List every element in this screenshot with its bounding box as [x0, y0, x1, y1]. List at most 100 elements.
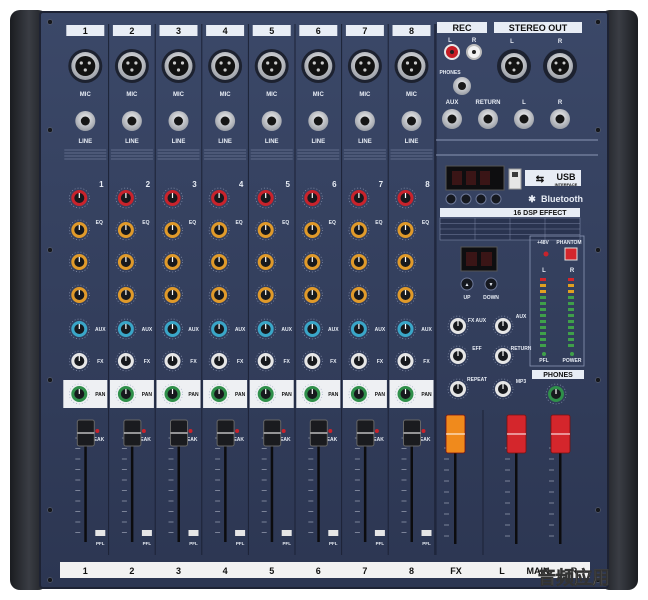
channel-fader[interactable] — [216, 419, 235, 447]
stereo-out-r-label: R — [558, 39, 563, 45]
pfl-button[interactable] — [188, 530, 199, 536]
power-led — [570, 352, 574, 356]
screw — [47, 507, 53, 513]
line-input-jack[interactable] — [215, 111, 236, 131]
line-input-jack[interactable] — [354, 111, 375, 131]
channel-fader[interactable] — [403, 419, 421, 447]
channel-fader[interactable] — [263, 419, 282, 447]
pfl-label: PFL — [143, 541, 152, 546]
phantom-switch[interactable] — [564, 247, 578, 261]
line-label: LINE — [78, 139, 92, 145]
line-out-l-jack[interactable] — [514, 109, 534, 129]
eq-label: EQ — [235, 220, 242, 226]
screw — [595, 247, 601, 253]
pfl-button[interactable] — [328, 530, 339, 536]
return-label: RETURN — [511, 346, 532, 352]
meter-led-r — [568, 320, 574, 323]
xlr-mic-input[interactable] — [208, 49, 243, 83]
pfl-meter-label: PFL — [539, 358, 548, 364]
channel-fader[interactable] — [356, 419, 375, 447]
usb-label: USB — [556, 172, 576, 182]
eq-label: EQ — [282, 220, 289, 226]
up-label: UP — [464, 295, 472, 301]
mic-label: MIC — [220, 92, 232, 98]
meter-led-r — [568, 326, 574, 329]
line-input-jack[interactable] — [308, 111, 329, 131]
line-out-r-jack[interactable] — [550, 109, 570, 129]
mic-label: MIC — [313, 92, 325, 98]
peak-led — [374, 429, 379, 433]
xlr-mic-input[interactable] — [254, 49, 289, 83]
pan-label: PAN — [235, 392, 246, 398]
channel-number: 7 — [362, 26, 367, 36]
channel-number-small: 3 — [192, 180, 197, 189]
meter-l-label: L — [542, 268, 546, 274]
aux-jack[interactable] — [442, 109, 462, 129]
phantom-led — [543, 251, 549, 257]
pfl-button[interactable] — [235, 530, 246, 536]
pan-label: PAN — [188, 392, 199, 398]
pfl-button[interactable] — [95, 530, 106, 536]
xlr-mic-input[interactable] — [68, 49, 103, 83]
meter-led-l — [540, 326, 546, 329]
meter-led-l — [540, 320, 546, 323]
channel-number: 3 — [176, 26, 181, 36]
xlr-out-left[interactable] — [497, 49, 531, 83]
pan-label: PAN — [328, 392, 339, 398]
meter-led-r — [568, 332, 574, 335]
channel-number-small: 7 — [379, 180, 384, 189]
meter-led-r — [568, 302, 574, 305]
aux-label: AUX — [421, 327, 432, 333]
channel-number: 5 — [269, 26, 274, 36]
line-input-jack[interactable] — [75, 111, 96, 131]
pfl-label: PFL — [96, 541, 105, 546]
meter-led-r — [568, 344, 574, 347]
xlr-mic-input[interactable] — [114, 49, 149, 83]
line-input-jack[interactable] — [168, 111, 189, 131]
channel-number: 8 — [409, 26, 414, 36]
xlr-mic-input[interactable] — [347, 49, 382, 83]
pfl-led — [542, 352, 546, 356]
transport-button[interactable] — [445, 193, 457, 205]
line-input-jack[interactable] — [261, 111, 282, 131]
peak-led — [281, 429, 286, 433]
pfl-button[interactable] — [374, 530, 385, 536]
pfl-button[interactable] — [421, 530, 432, 536]
channel-fader[interactable] — [76, 419, 95, 447]
eq-label: EQ — [329, 220, 336, 226]
screw — [47, 247, 53, 253]
channel-number-small: 2 — [146, 180, 151, 189]
svg-text:▼: ▼ — [489, 282, 494, 288]
pfl-button[interactable] — [141, 530, 152, 536]
pan-label: PAN — [375, 392, 386, 398]
xlr-mic-input[interactable] — [394, 49, 429, 83]
channel-fader[interactable] — [170, 419, 188, 447]
line-input-jack[interactable] — [121, 111, 142, 131]
transport-button[interactable] — [490, 193, 502, 205]
xlr-mic-input[interactable] — [161, 49, 196, 83]
meter-led-l — [540, 314, 546, 317]
xlr-mic-input[interactable] — [301, 49, 336, 83]
meter-led-l — [540, 290, 546, 293]
fx-label: FX — [97, 359, 104, 365]
v48-label: +48V — [537, 240, 549, 246]
power-label: POWER — [563, 358, 582, 364]
phones-title: PHONES — [543, 372, 573, 379]
channel-number-small: 1 — [99, 180, 104, 189]
aux-label: AUX — [375, 327, 386, 333]
mic-label: MIC — [406, 92, 418, 98]
return-jack[interactable] — [478, 109, 498, 129]
pfl-label: PFL — [236, 541, 245, 546]
up-button[interactable]: ▲ — [460, 277, 474, 291]
channel-fader[interactable] — [123, 419, 142, 447]
transport-button[interactable] — [460, 193, 472, 205]
meter-led-l — [540, 284, 546, 287]
line-input-jack[interactable] — [401, 111, 422, 131]
down-button[interactable]: ▼ — [484, 277, 498, 291]
pfl-button[interactable] — [281, 530, 292, 536]
peak-led — [95, 429, 100, 433]
transport-button[interactable] — [475, 193, 487, 205]
channel-fader[interactable] — [309, 419, 328, 447]
svg-text:▲: ▲ — [465, 282, 470, 288]
xlr-out-right[interactable] — [543, 49, 577, 83]
